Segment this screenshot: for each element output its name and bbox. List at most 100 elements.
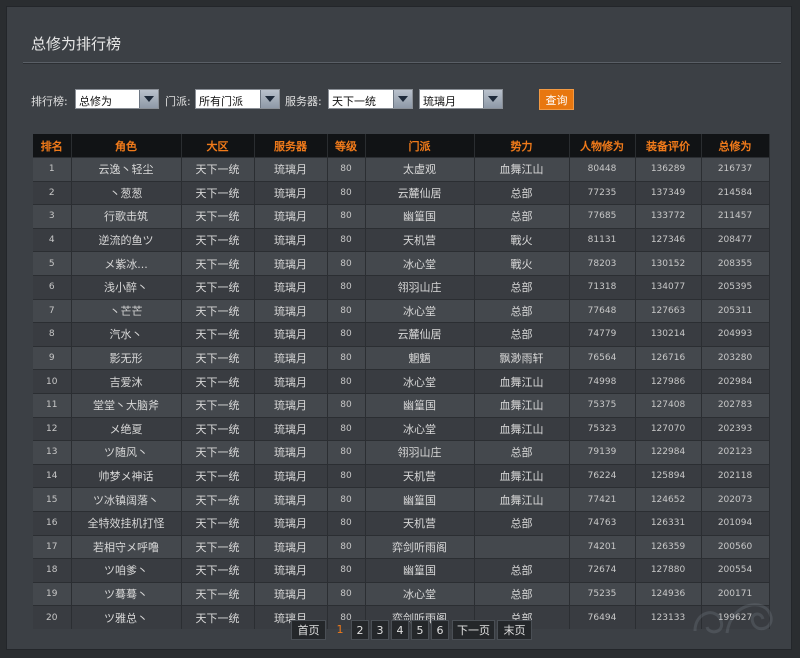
page-number-button[interactable]: 1 <box>331 620 349 640</box>
sect-label: 门派: <box>165 95 191 108</box>
table-cell: 126331 <box>635 510 702 535</box>
ranking-select[interactable]: 总修为 <box>75 89 159 109</box>
table-cell: 71318 <box>569 274 636 300</box>
table-cell: 80 <box>327 558 366 583</box>
table-cell: 幽篁国 <box>365 487 475 512</box>
table-cell: 204993 <box>701 322 770 347</box>
table-cell: 127663 <box>635 298 702 323</box>
server-group-select-value: 天下一统 <box>332 95 376 108</box>
table-row: 11 堂堂丶大脑斧 天下一统 琉璃月 80 幽篁国 血舞江山 75375 127408 20278… <box>33 392 770 418</box>
table-cell: 天下一统 <box>181 298 255 323</box>
table-cell: 80 <box>327 369 366 394</box>
table-cell: 5 <box>33 251 72 276</box>
sect-select[interactable]: 所有门派 <box>195 89 280 109</box>
page-title: 总修为排行榜 <box>31 35 122 53</box>
table-cell: 13 <box>33 440 72 465</box>
table-row: 2 丶葱葱 天下一统 琉璃月 80 云麓仙居 总部 77235 137349 214584 <box>33 180 770 205</box>
last-page-button[interactable]: 末页 <box>497 620 532 640</box>
table-row: 12 メ绝夏 天下一统 琉璃月 80 冰心堂 血舞江山 75323 127070 202393 <box>33 416 770 441</box>
table-row: 7 丶芒芒 天下一统 琉璃月 80 冰心堂 总部 77648 127663 205311 <box>33 298 770 323</box>
table-cell: 天下一统 <box>181 204 255 229</box>
table-cell: 202123 <box>701 440 770 465</box>
table-cell: 202118 <box>701 463 770 488</box>
table-cell: 80448 <box>569 157 636 182</box>
table-cell: 幽篁国 <box>365 392 475 418</box>
table-row: 3 行歌击筑 天下一统 琉璃月 80 幽篁国 总部 77685 133772 211457 <box>33 204 770 229</box>
table-cell: 80 <box>327 534 366 559</box>
table-cell: 丶葱葱 <box>71 180 182 205</box>
table-cell: ツ蓦蓦丶 <box>71 581 182 606</box>
table-cell: 血舞江山 <box>474 416 570 441</box>
table-cell: 205311 <box>701 298 770 323</box>
table-cell: ツ冰镇阔落丶 <box>71 487 182 512</box>
table-cell: 琉璃月 <box>254 581 328 606</box>
table-cell: 冰心堂 <box>365 416 475 441</box>
table-cell: 10 <box>33 369 72 394</box>
table-cell: 天下一统 <box>181 581 255 606</box>
table-row: 16 全特效挂机打怪 天下一统 琉璃月 80 天机营 总部 74763 126331 201094 <box>33 510 770 535</box>
table-cell: 15 <box>33 487 72 512</box>
table-cell: 天下一统 <box>181 558 255 583</box>
table-cell: 冰心堂 <box>365 251 475 276</box>
column-header: 服务器 <box>254 134 328 158</box>
table-cell: 18 <box>33 558 72 583</box>
page-number-button[interactable]: 2 <box>351 620 369 640</box>
table-cell: 74779 <box>569 322 636 347</box>
table-cell: 214584 <box>701 180 770 205</box>
query-button[interactable]: 查询 <box>539 89 574 110</box>
column-header: 人物修为 <box>569 134 636 158</box>
table-cell: 幽篁国 <box>365 204 475 229</box>
chevron-down-icon[interactable] <box>260 90 279 108</box>
table-cell: 全特效挂机打怪 <box>71 510 182 535</box>
table-cell: 总部 <box>474 180 570 205</box>
table-cell: 琉璃月 <box>254 440 328 465</box>
page-number-button[interactable]: 5 <box>411 620 429 640</box>
table-cell: 天下一统 <box>181 157 255 182</box>
table-cell: 血舞江山 <box>474 463 570 488</box>
table-cell: 弈剑听雨阁 <box>365 534 475 559</box>
first-page-button[interactable]: 首页 <box>291 620 326 640</box>
title-divider <box>23 62 781 64</box>
column-header: 门派 <box>365 134 475 158</box>
table-cell: 冰心堂 <box>365 369 475 394</box>
table-cell: 总部 <box>474 581 570 606</box>
page-number-button[interactable]: 3 <box>371 620 389 640</box>
page-number-button[interactable]: 4 <box>391 620 409 640</box>
server-group-select[interactable]: 天下一统 <box>328 89 413 109</box>
table-cell: 总部 <box>474 322 570 347</box>
table-row: 6 浅小醉丶 天下一统 琉璃月 80 翎羽山庄 总部 71318 134077 205395 <box>33 274 770 300</box>
table-cell: 天下一统 <box>181 440 255 465</box>
table-cell: 124652 <box>635 487 702 512</box>
chevron-down-icon[interactable] <box>483 90 502 108</box>
chevron-down-icon[interactable] <box>139 90 158 108</box>
table-cell: 80 <box>327 180 366 205</box>
table-cell: 逆流的鱼ツ <box>71 227 182 252</box>
table-cell: 天下一统 <box>181 463 255 488</box>
page-number-button[interactable]: 6 <box>431 620 449 640</box>
ranking-panel: 总修为排行榜 排行榜: 总修为 门派: 所有门派 服务器: 天下一统 琉璃月 查… <box>6 6 792 650</box>
table-cell: 133772 <box>635 204 702 229</box>
table-cell: 7 <box>33 298 72 323</box>
table-cell: 201094 <box>701 510 770 535</box>
table-cell: 琉璃月 <box>254 227 328 252</box>
table-cell: 80 <box>327 322 366 347</box>
table-cell: メ紫冰... <box>71 251 182 276</box>
table-row: 1 云逸丶轻尘 天下一统 琉璃月 80 太虚观 血舞江山 80448 136289 216737 <box>33 157 770 182</box>
table-cell: 血舞江山 <box>474 157 570 182</box>
table-cell: 208477 <box>701 227 770 252</box>
table-cell: 125894 <box>635 463 702 488</box>
table-cell: 行歌击筑 <box>71 204 182 229</box>
table-row: 18 ツ咱爹丶 天下一统 琉璃月 80 幽篁国 总部 72674 127880 200554 <box>33 558 770 583</box>
next-page-button[interactable]: 下一页 <box>452 620 495 640</box>
table-cell: 80 <box>327 581 366 606</box>
table-cell: 75323 <box>569 416 636 441</box>
table-cell: 总部 <box>474 440 570 465</box>
chevron-down-icon[interactable] <box>393 90 412 108</box>
table-cell: 天下一统 <box>181 274 255 300</box>
table-cell: 127408 <box>635 392 702 418</box>
table-cell: 琉璃月 <box>254 487 328 512</box>
table-cell: 天下一统 <box>181 510 255 535</box>
server-select[interactable]: 琉璃月 <box>419 89 503 109</box>
table-cell: 琉璃月 <box>254 204 328 229</box>
table-cell: 幽篁国 <box>365 558 475 583</box>
